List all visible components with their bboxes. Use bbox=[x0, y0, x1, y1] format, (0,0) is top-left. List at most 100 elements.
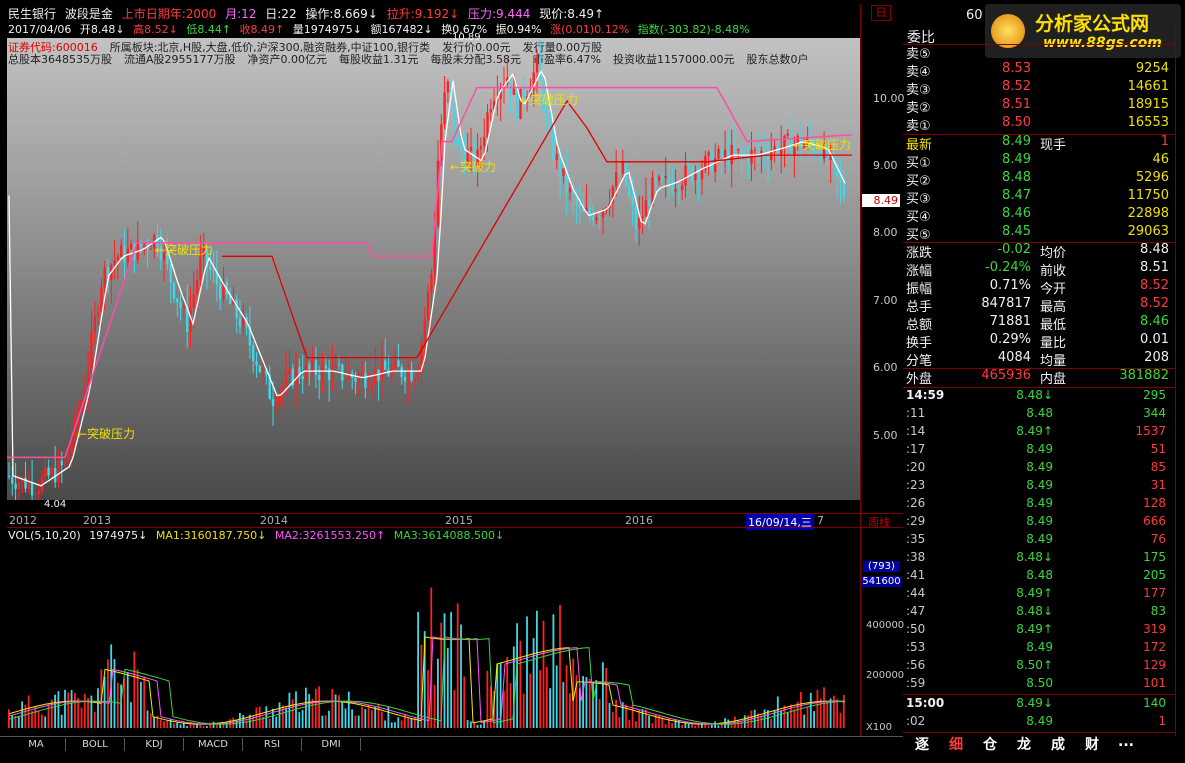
tick-price: 8.48↓ bbox=[1016, 604, 1053, 618]
tick-row[interactable]: :44 8.49↑ 177 bbox=[903, 586, 1171, 604]
buy-price: 8.46 bbox=[1002, 206, 1031, 221]
volume-bar bbox=[529, 673, 532, 728]
right-tab[interactable]: 细 bbox=[939, 734, 973, 753]
period-day-button[interactable]: 日 bbox=[871, 5, 891, 21]
tick-row[interactable]: :20 8.49 85 bbox=[903, 460, 1171, 478]
buy-price: 8.47 bbox=[1002, 188, 1031, 203]
buy-row[interactable]: 买③ 8.47 11750 bbox=[903, 188, 1171, 207]
tick-row[interactable]: :29 8.49 666 bbox=[903, 514, 1171, 532]
buy-row[interactable]: 买④ 8.46 22898 bbox=[903, 206, 1171, 225]
tick-price: 8.49↑ bbox=[1016, 622, 1053, 636]
tick-row[interactable]: :35 8.49 76 bbox=[903, 532, 1171, 550]
tick-time: :20 bbox=[906, 460, 926, 474]
right-tab[interactable]: 龙 bbox=[1007, 734, 1041, 753]
volume-bar bbox=[562, 682, 565, 728]
volume-bar bbox=[347, 691, 350, 728]
quote-value: 847817 bbox=[981, 296, 1031, 311]
operate-value: 操作:8.669↓ bbox=[305, 7, 378, 21]
tab-ma[interactable]: MA bbox=[7, 738, 66, 751]
quote-row: 外盘 465936 内盘 381882 bbox=[903, 368, 1171, 387]
tab-bar-line bbox=[0, 736, 903, 737]
sell-row[interactable]: 卖③ 8.52 14661 bbox=[903, 79, 1171, 98]
tick-row[interactable]: :41 8.48 205 bbox=[903, 568, 1171, 586]
tab-macd[interactable]: MACD bbox=[184, 738, 243, 751]
latest-row: 最新 8.49 现手 1 bbox=[903, 134, 1171, 153]
volume-bar bbox=[780, 710, 782, 728]
candle-body bbox=[63, 461, 67, 466]
buy-row[interactable]: 买① 8.49 46 bbox=[903, 152, 1171, 171]
tick-row[interactable]: :02 8.49 1 bbox=[903, 714, 1171, 732]
volume-bar bbox=[437, 658, 439, 728]
tick-row[interactable]: :53 8.49 172 bbox=[903, 640, 1171, 658]
sell-row[interactable]: 卖① 8.50 16553 bbox=[903, 115, 1171, 134]
volume-header: VOL(5,10,20) 1974975↓ MA1:3160187.750↓ M… bbox=[8, 529, 504, 542]
volume-bar bbox=[344, 708, 347, 728]
sell-row[interactable]: 卖⑤ bbox=[903, 43, 1171, 62]
candle-body bbox=[654, 177, 657, 181]
tab-rsi[interactable]: RSI bbox=[243, 738, 302, 751]
sell-row[interactable]: 卖④ 8.53 9254 bbox=[903, 61, 1171, 80]
buy-row[interactable]: 买② 8.48 5296 bbox=[903, 170, 1171, 189]
right-tab[interactable]: 成 bbox=[1041, 734, 1075, 753]
volume-bar bbox=[453, 690, 456, 728]
volume-chart[interactable] bbox=[7, 543, 860, 728]
tick-row[interactable]: :11 8.48 344 bbox=[903, 406, 1171, 424]
tick-price: 8.49↑ bbox=[1016, 424, 1053, 438]
candle-body bbox=[60, 460, 63, 466]
tick-row[interactable]: :26 8.49 128 bbox=[903, 496, 1171, 514]
tick-row[interactable]: :17 8.49 51 bbox=[903, 442, 1171, 460]
candle-body bbox=[172, 282, 176, 299]
volume-bar bbox=[24, 704, 27, 728]
tick-row[interactable]: :56 8.50↑ 129 bbox=[903, 658, 1171, 676]
vol-indicator-name[interactable]: VOL(5,10,20) bbox=[8, 529, 81, 542]
tick-time: :17 bbox=[906, 442, 926, 456]
volume-bar bbox=[173, 723, 175, 728]
candle-body bbox=[327, 368, 331, 380]
tick-time: :47 bbox=[906, 604, 926, 618]
buy-volume: 46 bbox=[1152, 152, 1169, 167]
candle-body bbox=[301, 376, 304, 380]
tick-row[interactable]: :23 8.49 31 bbox=[903, 478, 1171, 496]
sell-row[interactable]: 卖② 8.51 18915 bbox=[903, 97, 1171, 116]
tick-row[interactable]: :47 8.48↓ 83 bbox=[903, 604, 1171, 622]
volume-bar bbox=[806, 707, 809, 728]
tick-time: :14 bbox=[906, 424, 926, 438]
candle-body bbox=[644, 200, 648, 217]
tick-row[interactable]: :59 8.50 101 bbox=[903, 676, 1171, 694]
volume-bar bbox=[819, 698, 822, 728]
tick-row[interactable]: :38 8.48↓ 175 bbox=[903, 550, 1171, 568]
right-tab[interactable]: ... bbox=[1109, 734, 1143, 752]
vol-cursor-box-1: (793) bbox=[863, 561, 900, 572]
candle-body bbox=[67, 452, 70, 462]
candle-body bbox=[199, 256, 202, 281]
tab-kdj[interactable]: KDJ bbox=[125, 738, 184, 751]
stock-name[interactable]: 民生银行 bbox=[8, 7, 56, 21]
tab-dmi[interactable]: DMI bbox=[302, 738, 361, 751]
candle-body bbox=[737, 149, 740, 151]
tick-row[interactable]: :14 8.49↑ 1537 bbox=[903, 424, 1171, 442]
right-tab[interactable]: 逐 bbox=[905, 734, 939, 753]
right-tab[interactable]: 仓 bbox=[973, 734, 1007, 753]
low-price-label: 4.04 bbox=[44, 499, 67, 510]
volume-bar bbox=[146, 710, 149, 728]
indicator-name[interactable]: 波段是金 bbox=[65, 7, 113, 21]
tick-row[interactable]: 15:00 8.49↓ 140 bbox=[903, 696, 1171, 714]
tick-row[interactable]: 14:59 8.48↓ 295 bbox=[903, 388, 1171, 406]
buy-label: 买① bbox=[906, 156, 931, 171]
right-tab[interactable]: 财 bbox=[1075, 734, 1109, 753]
sell-volume: 18915 bbox=[1127, 97, 1169, 112]
vol-ma1: MA1:3160187.750↓ bbox=[155, 529, 267, 542]
tab-boll[interactable]: BOLL bbox=[66, 738, 125, 751]
volume-bar bbox=[417, 611, 419, 728]
pressure-value: 压力:9.444 bbox=[467, 7, 531, 21]
quote-value: 381882 bbox=[1119, 368, 1169, 383]
tick-price: 8.48↓ bbox=[1016, 388, 1053, 402]
volume-bar bbox=[506, 657, 509, 728]
volume-bar bbox=[258, 706, 261, 728]
tick-row[interactable]: :50 8.49↑ 319 bbox=[903, 622, 1171, 640]
buy-row[interactable]: 买⑤ 8.45 29063 bbox=[903, 224, 1171, 243]
tick-price: 8.50↑ bbox=[1016, 658, 1053, 672]
candle-body bbox=[710, 152, 714, 173]
volume-bar bbox=[153, 717, 155, 728]
time-label: 2014 bbox=[260, 514, 288, 527]
